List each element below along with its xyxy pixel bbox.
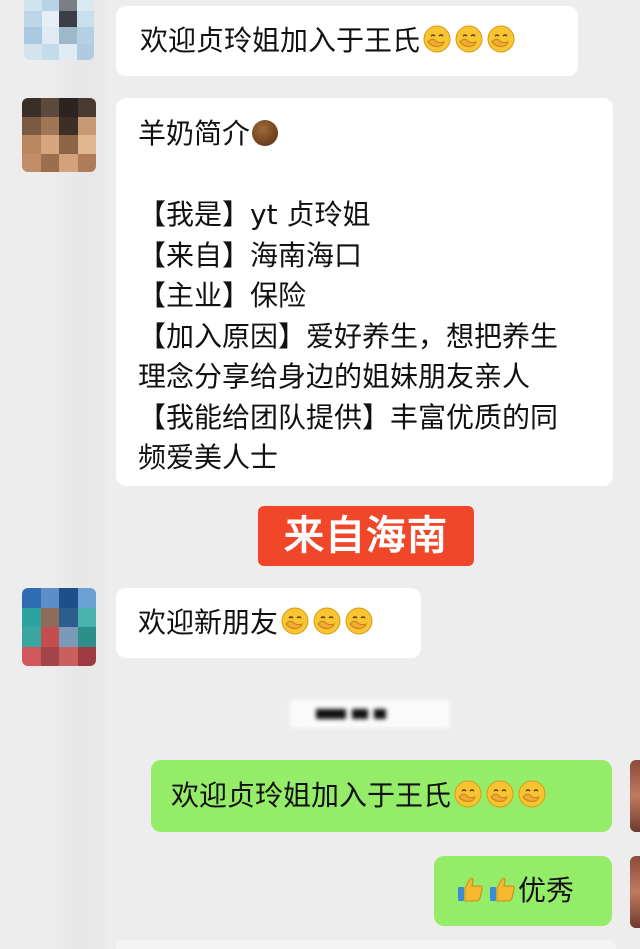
face-with-hand-over-mouth-icon (420, 24, 452, 57)
face-with-hand-over-mouth-icon (515, 779, 547, 812)
face-with-hand-over-mouth-icon (278, 606, 310, 639)
message-text: 【我是】yt 贞玲姐 (138, 198, 371, 231)
redacted-system-message (290, 700, 450, 728)
message-text: 【我能给团队提供】丰富优质的同 (138, 400, 559, 434)
avatar[interactable] (22, 98, 96, 172)
message-text: 频爱美人士 (138, 441, 279, 474)
message-bubble-outgoing[interactable]: 优秀 (434, 856, 612, 926)
avatar[interactable] (22, 588, 96, 666)
message-text: 优秀 (518, 874, 575, 907)
avatar[interactable] (24, 0, 94, 60)
next-message-edge (116, 940, 616, 949)
message-text: 欢迎新朋友 (138, 606, 279, 639)
face-with-hand-over-mouth-icon (310, 606, 342, 639)
face-with-hand-over-mouth-icon (484, 24, 516, 57)
thumbs-up-icon (486, 874, 518, 907)
message-bubble-incoming[interactable]: 欢迎贞玲姐加入于王氏 (116, 6, 578, 76)
message-bubble-outgoing[interactable]: 欢迎贞玲姐加入于王氏 (151, 760, 612, 832)
face-with-hand-over-mouth-icon (483, 779, 515, 812)
message-text: 欢迎贞玲姐加入于王氏 (140, 24, 421, 57)
face-with-hand-over-mouth-icon (342, 606, 374, 639)
message-text: 羊奶简介 (138, 117, 251, 150)
location-banner: 来自海南 (258, 506, 474, 566)
brown-circle-icon (252, 120, 279, 146)
self-avatar[interactable] (630, 760, 640, 832)
message-bubble-incoming[interactable]: 欢迎新朋友 (116, 588, 421, 658)
message-text: 【来自】海南海口 (138, 238, 363, 272)
message-text: 【加入原因】爱好养生，想把养生 (138, 319, 559, 353)
message-text (138, 155, 613, 196)
message-text: 理念分享给身边的姐妹朋友亲人 (138, 360, 531, 393)
face-with-hand-over-mouth-icon (452, 24, 484, 57)
message-text: 欢迎贞玲姐加入于王氏 (171, 779, 452, 812)
message-text: 【主业】保险 (138, 279, 307, 312)
message-bubble-incoming[interactable]: 羊奶简介 【我是】yt 贞玲姐 【来自】海南海口 【主业】保险 【加入原因】爱好… (116, 98, 613, 486)
thumbs-up-icon (454, 874, 486, 907)
face-with-hand-over-mouth-icon (451, 779, 483, 812)
self-avatar[interactable] (630, 856, 640, 928)
